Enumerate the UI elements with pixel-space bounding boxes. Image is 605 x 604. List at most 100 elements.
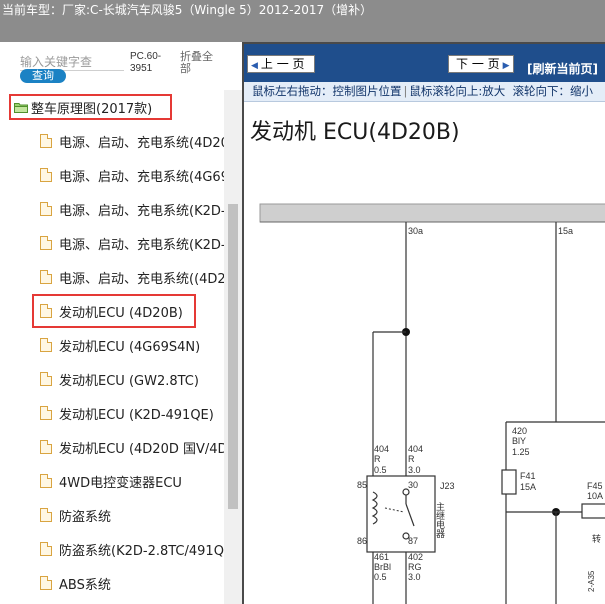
diagram-viewer: ◀ 上 一 页 下 一 页 ▶ [刷新当前页] 鼠标左右拖动：控制图片位置 | 鼠标滚轮… (242, 42, 605, 604)
query-button[interactable]: 查询 (20, 69, 66, 83)
tree-item-label: 发动机ECU (4D20D 国V/4D2 (59, 441, 224, 457)
hint-wheel-up: 鼠标滚轮向上:放大 (409, 84, 506, 98)
document-icon (40, 474, 52, 488)
tree-item-label: 电源、启动、充电系统(4D20 (59, 135, 224, 151)
document-icon (40, 406, 52, 420)
fuse-f41 (501, 469, 517, 495)
tree-item-label: 发动机ECU (K2D-491QE) (59, 407, 214, 423)
refresh-page-link[interactable]: [刷新当前页] (527, 60, 598, 77)
power-bus (259, 203, 605, 223)
arrow-right-icon: ▶ (502, 61, 510, 71)
tree-item[interactable]: 电源、启动、充电系统(4G69 (40, 163, 224, 187)
tree-item[interactable]: 发动机ECU (4G69S4N) (40, 333, 224, 357)
hint-bar: 鼠标左右拖动：控制图片位置 | 鼠标滚轮向上:放大 滚轮向下：缩小 (244, 82, 605, 102)
tree-item-label: ABS系统 (59, 577, 111, 593)
search-row: 查询 PC.60-3951 折叠全部 (0, 42, 242, 90)
document-icon (40, 372, 52, 386)
tree-item-label: 发动机ECU (GW2.8TC) (59, 373, 199, 389)
tree-root-label: 整车原理图(2017款) (31, 101, 153, 117)
wire-420-size: 1.25 (512, 447, 530, 457)
tree-item-label: 电源、启动、充电系统(4G69 (59, 169, 224, 185)
tree-item-selected[interactable]: 发动机ECU (4D20B) (32, 294, 196, 328)
tree-item[interactable]: 发动机ECU (GW2.8TC) (40, 367, 224, 391)
document-icon (40, 508, 52, 522)
tree-item[interactable]: 4WD电控变速器ECU (40, 469, 224, 493)
tree-item-label: 4WD电控变速器ECU (59, 475, 182, 491)
title-label: 当前车型： (2, 3, 63, 17)
wire-404a-number: 404 (374, 444, 389, 454)
left-panel: 查询 PC.60-3951 折叠全部 整车原理图(2017款) 电源、启动、充电… (0, 42, 242, 604)
hint-wheel-down: 滚轮向下：缩小 (512, 84, 594, 98)
tree-root-folder[interactable]: 整车原理图(2017款) (9, 94, 172, 120)
document-icon (40, 576, 52, 590)
pin-87: 87 (408, 536, 418, 546)
collapse-all-button[interactable]: 折叠全部 (180, 51, 222, 75)
wire-461-number: 461 (374, 552, 389, 562)
arrow-left-icon: ◀ (251, 61, 258, 71)
document-icon (40, 304, 52, 318)
wire-402-size: 3.0 (408, 572, 421, 582)
fuse-f41-rating: 15A (520, 482, 536, 492)
tree-item-label: 电源、启动、充电系统(K2D- (59, 237, 224, 253)
wiring-diagram[interactable]: 30a 15a 404 R 0.5 404 R 3.0 85 86 30 87 … (244, 192, 605, 604)
document-icon (40, 236, 52, 250)
document-title: 发动机 ECU(4D20B) (250, 120, 460, 145)
side-label: 转 (592, 533, 601, 544)
fuse-f45-rating: 10A (587, 491, 603, 501)
tree-item-label: 发动机ECU (4G69S4N) (59, 339, 201, 355)
fuse-f41-label: F41 (520, 471, 536, 481)
pin-86: 86 (357, 536, 367, 546)
previous-page-button[interactable]: ◀ 上 一 页 (247, 55, 315, 73)
pin-85: 85 (357, 480, 367, 490)
viewer-toolbar: ◀ 上 一 页 下 一 页 ▶ [刷新当前页] (244, 42, 605, 82)
relay-description: 主继电器 (435, 501, 445, 538)
title-bar: 当前车型：厂家:C-长城汽车风骏5（Wingle 5）2012-2017（增补） (0, 0, 605, 42)
tree-item[interactable]: 防盗系统(K2D-2.8TC/491QE (40, 537, 224, 561)
scrollbar-thumb[interactable] (228, 204, 238, 509)
tree-item[interactable]: 电源、启动、充电系统(K2D- (40, 231, 224, 255)
document-icon (40, 440, 52, 454)
wire-420-color: BlY (512, 436, 526, 446)
tree-item[interactable]: ABS系统 (40, 571, 224, 595)
wire-label-15a: 15a (558, 226, 573, 236)
tree-item[interactable]: 电源、启动、充电系统((4D2 (40, 265, 224, 289)
relay-id: J23 (440, 481, 455, 491)
wire-404a-color: R (374, 454, 381, 464)
tree-item[interactable]: 电源、启动、充电系统(4D20 (40, 129, 224, 153)
tree-item[interactable]: 电源、启动、充电系统(K2D- (40, 197, 224, 221)
tree-item-label: 电源、启动、充电系统(K2D- (59, 203, 224, 219)
next-page-label: 下 一 页 (456, 57, 500, 71)
document-icon (40, 134, 52, 148)
wire-label-30a: 30a (408, 226, 423, 236)
pc-code: PC.60-3951 (130, 51, 162, 74)
previous-page-label: 上 一 页 (260, 57, 305, 71)
tree-item-label: 防盗系统(K2D-2.8TC/491QE (59, 543, 224, 559)
document-icon (40, 168, 52, 182)
document-icon (40, 542, 52, 556)
wire-404a-size: 0.5 (374, 465, 387, 475)
tree-scrollbar[interactable] (224, 90, 242, 604)
wire-402-color: RG (408, 562, 422, 572)
document-icon (40, 270, 52, 284)
tree-item-label: 发动机ECU (4D20B) (59, 305, 183, 321)
wire-404b-color: R (408, 454, 415, 464)
tree-item-label: 防盗系统 (59, 509, 112, 525)
tree-item[interactable]: 发动机ECU (4D20D 国V/4D2 (40, 435, 224, 459)
fuse-f45 (581, 503, 605, 519)
tree-view: 整车原理图(2017款) 电源、启动、充电系统(4D20 电源、启动、充电系统(… (0, 90, 224, 604)
wire-404b-number: 404 (408, 444, 423, 454)
tree-item-label: 电源、启动、充电系统((4D2 (59, 271, 224, 287)
tree-item[interactable]: 防盗系统 (40, 503, 224, 527)
document-icon (40, 202, 52, 216)
next-page-button[interactable]: 下 一 页 ▶ (448, 55, 514, 73)
hint-drag: 鼠标左右拖动：控制图片位置 (252, 84, 402, 98)
open-folder-icon (14, 102, 28, 113)
wire-461-size: 0.5 (374, 572, 387, 582)
relay-box (366, 475, 436, 553)
tree-item[interactable]: 发动机ECU (K2D-491QE) (40, 401, 224, 425)
wire-402-number: 402 (408, 552, 423, 562)
fuse-f45-label: F45 (587, 481, 603, 491)
wire-420-number: 420 (512, 426, 527, 436)
side-code: 2-A35 (587, 570, 596, 592)
document-icon (40, 338, 52, 352)
